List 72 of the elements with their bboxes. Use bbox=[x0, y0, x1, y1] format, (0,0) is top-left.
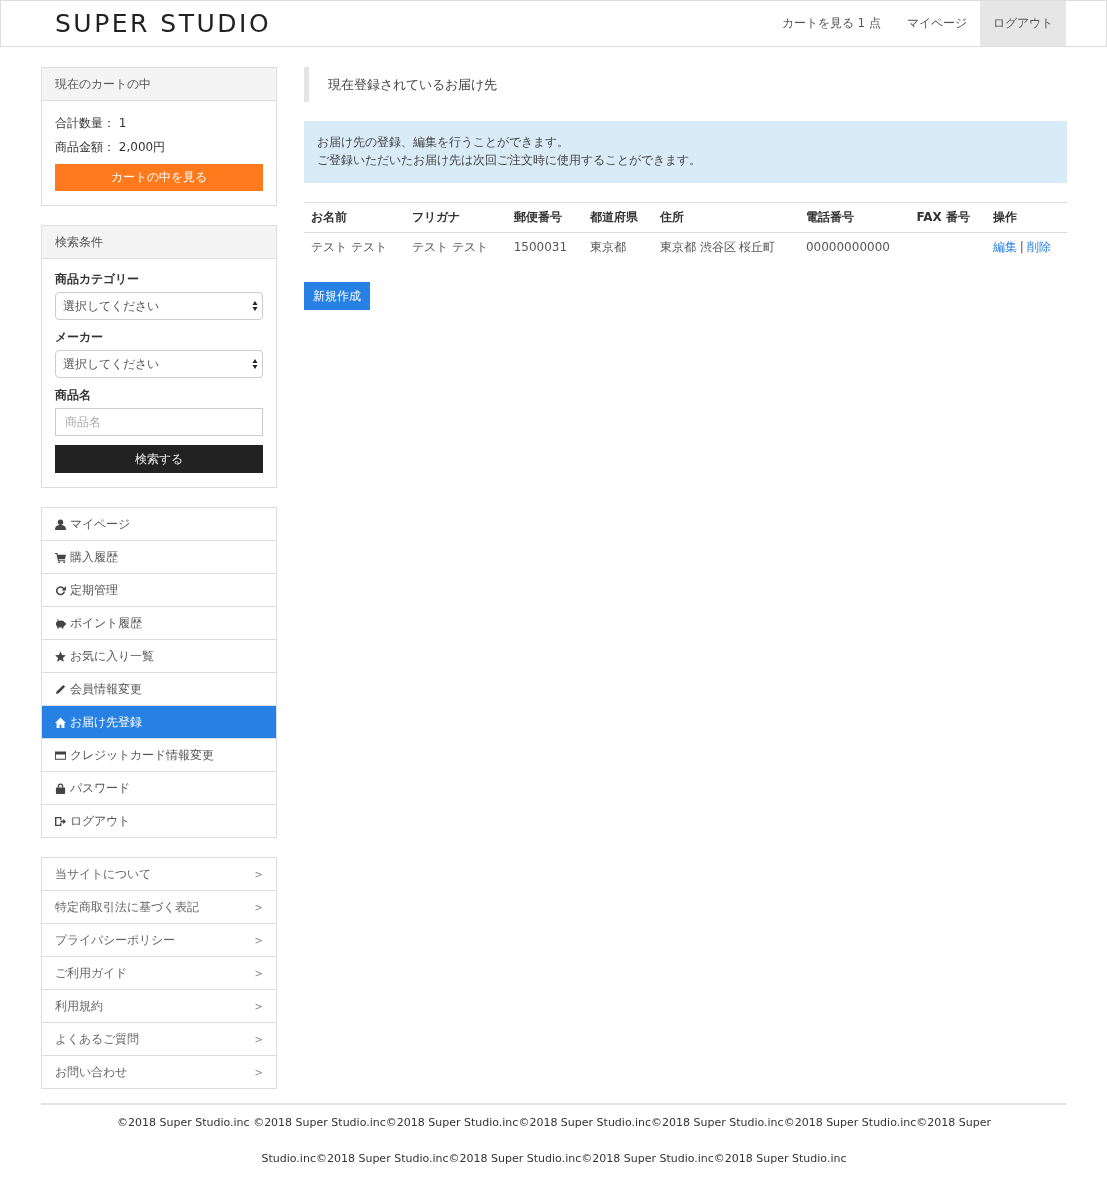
menu-item[interactable]: 定期管理 bbox=[42, 574, 276, 607]
refresh-icon bbox=[55, 584, 66, 596]
notice-text: お届け先の登録、編集を行うことができます。 bbox=[317, 134, 570, 151]
search-button[interactable]: 検索する bbox=[55, 445, 263, 473]
menu-link[interactable]: 特定商取引法に基づく表記 bbox=[55, 898, 199, 916]
site-logo[interactable]: SUPER STUDIO bbox=[55, 9, 272, 38]
copyright-text: ©2018 Super Studio.inc ©2018 Super Studio.inc©2018 Super Studio.inc©2018 Super Studio.inc©2018 Super Studio.inc©2018 Super Studio.inc©2018 Super Studio.inc©2018 Super Studio.inc©2018 Super Studio.inc©2018 Super Studio.inc©2018 Super Studio.inc bbox=[116, 1115, 992, 1167]
chevron-text: > bbox=[254, 1000, 263, 1012]
panel-title: 検索条件 bbox=[42, 226, 276, 259]
menu-link[interactable]: プライバシーポリシー bbox=[55, 931, 175, 949]
nav-link[interactable]: カートを見る 1 点 bbox=[768, 1, 894, 46]
credit-card-icon bbox=[55, 749, 66, 761]
column-header: 郵便番号 bbox=[506, 202, 583, 233]
column-header: 住所 bbox=[652, 202, 799, 233]
chevron-text: > bbox=[254, 901, 263, 913]
lock-icon bbox=[55, 782, 66, 794]
search-field[interactable]: 商品名 bbox=[55, 408, 263, 436]
chevron-text: > bbox=[254, 1066, 263, 1078]
menu-item[interactable]: クレジットカード情報変更 bbox=[42, 739, 276, 772]
menu-link[interactable]: 利用規約 bbox=[55, 997, 103, 1015]
sort-arrows-icon bbox=[252, 358, 258, 370]
new-button[interactable]: 新規作成 bbox=[304, 282, 370, 310]
menu-item[interactable]: ログアウト bbox=[42, 805, 276, 838]
chevron-text: > bbox=[254, 967, 263, 979]
field-label: 商品名 bbox=[55, 387, 92, 404]
chevron-text: > bbox=[254, 868, 263, 880]
action-link[interactable]: 削除 bbox=[1026, 239, 1051, 254]
piggy-bank-icon bbox=[55, 617, 66, 629]
action-link[interactable]: 編集 bbox=[992, 239, 1017, 254]
table-cell: テスト テスト bbox=[311, 239, 387, 254]
field-label: メーカー bbox=[55, 329, 104, 346]
menu-item[interactable]: お届け先登録 bbox=[42, 706, 276, 739]
menu-link[interactable]: よくあるご質問 bbox=[55, 1030, 139, 1048]
menu-item[interactable]: お気に入り一覧 bbox=[42, 640, 276, 673]
column-header: FAX 番号 bbox=[909, 202, 986, 233]
notice-text: ご登録いただいたお届け先は次回ご注文時に使用することができます。 bbox=[317, 152, 702, 169]
person-icon bbox=[55, 518, 66, 530]
table-cell: 東京都 bbox=[589, 239, 626, 254]
table-cell: 00000000000 bbox=[805, 240, 890, 254]
column-header: 都道府県 bbox=[582, 202, 653, 233]
column-header: フリガナ bbox=[405, 202, 507, 233]
select-dropdown[interactable]: 選択してください bbox=[55, 350, 263, 378]
sort-arrows-icon bbox=[252, 300, 258, 312]
table-cell: 1500031 bbox=[513, 240, 568, 254]
cart-summary-text: 合計数量： 1 bbox=[55, 117, 128, 129]
table-cell: 東京都 渋谷区 桜丘町 bbox=[659, 239, 776, 254]
nav-link[interactable]: マイページ bbox=[894, 1, 980, 46]
field-label: 商品カテゴリー bbox=[55, 271, 140, 288]
cart-summary-text: 商品金額： 2,000円 bbox=[55, 141, 167, 153]
menu-item[interactable]: ポイント履歴 bbox=[42, 607, 276, 640]
chevron-text: > bbox=[254, 1033, 263, 1045]
menu-link[interactable]: ご利用ガイド bbox=[55, 964, 127, 982]
menu-link[interactable]: 当サイトについて bbox=[55, 865, 151, 883]
separator-text: | bbox=[1019, 239, 1024, 254]
select-dropdown[interactable]: 選択してください bbox=[55, 292, 263, 320]
column-header: 電話番号 bbox=[798, 202, 910, 233]
pencil-icon bbox=[55, 683, 66, 695]
star-icon bbox=[55, 650, 66, 662]
column-header: お名前 bbox=[304, 202, 406, 233]
column-header: 操作 bbox=[985, 202, 1067, 233]
menu-item[interactable]: パスワード bbox=[42, 772, 276, 805]
menu-item[interactable]: 購入履歴 bbox=[42, 541, 276, 574]
menu-link[interactable]: お問い合わせ bbox=[55, 1063, 127, 1081]
menu-item[interactable]: マイページ bbox=[42, 508, 276, 541]
logout-icon bbox=[55, 815, 66, 827]
panel-title: 現在のカートの中 bbox=[42, 68, 276, 101]
table-cell: テスト テスト bbox=[412, 239, 489, 254]
cart-icon bbox=[55, 551, 66, 563]
page-heading: 現在登録されているお届け先 bbox=[304, 67, 1067, 102]
home-icon bbox=[55, 716, 66, 728]
chevron-text: > bbox=[254, 934, 263, 946]
nav-link[interactable]: ログアウト bbox=[980, 1, 1066, 46]
